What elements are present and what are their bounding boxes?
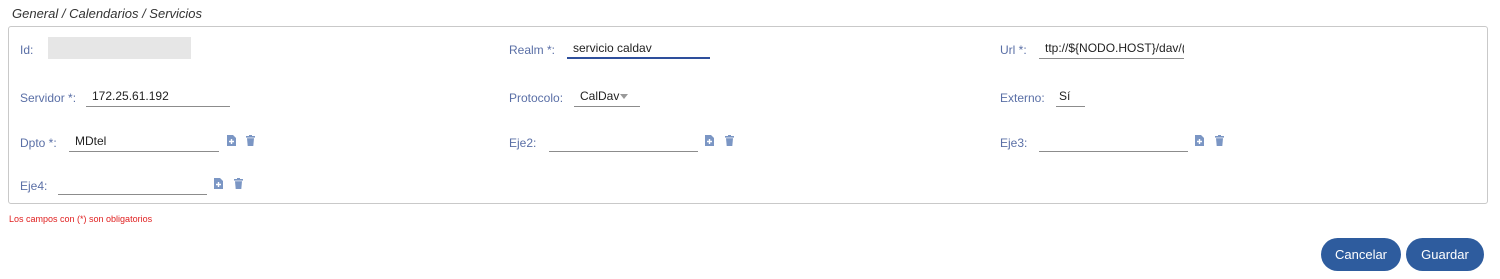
protocolo-select[interactable]: CalDav: [574, 85, 640, 107]
eje4-input[interactable]: [58, 173, 207, 195]
servidor-label: Servidor *:: [20, 91, 77, 105]
eje3-input[interactable]: [1039, 130, 1188, 152]
eje3-label: Eje3:: [1000, 136, 1028, 150]
externo-label: Externo:: [1000, 91, 1045, 105]
trash-icon[interactable]: [246, 135, 255, 146]
trash-icon[interactable]: [1215, 135, 1224, 146]
required-fields-note: Los campos con (*) son obligatorios: [9, 214, 153, 224]
add-file-icon[interactable]: [1195, 135, 1204, 146]
eje4-label: Eje4:: [20, 179, 48, 193]
id-label: Id:: [20, 43, 34, 57]
realm-label: Realm *:: [509, 43, 556, 57]
id-field: [48, 37, 191, 59]
cancel-button[interactable]: Cancelar: [1321, 238, 1401, 271]
add-file-icon[interactable]: [705, 135, 714, 146]
service-form-panel: Id: Realm *: servicio caldav Url *: ttp:…: [8, 26, 1488, 204]
protocolo-selected-value: CalDav: [580, 89, 620, 103]
save-button[interactable]: Guardar: [1406, 238, 1484, 271]
trash-icon[interactable]: [725, 135, 734, 146]
breadcrumb: General / Calendarios / Servicios: [12, 6, 203, 21]
trash-icon[interactable]: [234, 178, 243, 189]
externo-select[interactable]: Sí: [1056, 85, 1085, 107]
protocolo-label: Protocolo:: [509, 91, 564, 105]
servidor-input[interactable]: 172.25.61.192: [86, 85, 230, 107]
add-file-icon[interactable]: [214, 178, 223, 189]
realm-input[interactable]: servicio caldav: [567, 37, 710, 59]
chevron-down-icon: [620, 94, 628, 99]
url-input[interactable]: ttp://${NODO.HOST}/dav/(: [1039, 37, 1184, 59]
eje2-input[interactable]: [549, 130, 698, 152]
dpto-input[interactable]: MDtel: [69, 130, 219, 152]
eje2-label: Eje2:: [509, 136, 537, 150]
url-label: Url *:: [1000, 43, 1027, 57]
dpto-label: Dpto *:: [20, 136, 57, 150]
add-file-icon[interactable]: [227, 135, 236, 146]
